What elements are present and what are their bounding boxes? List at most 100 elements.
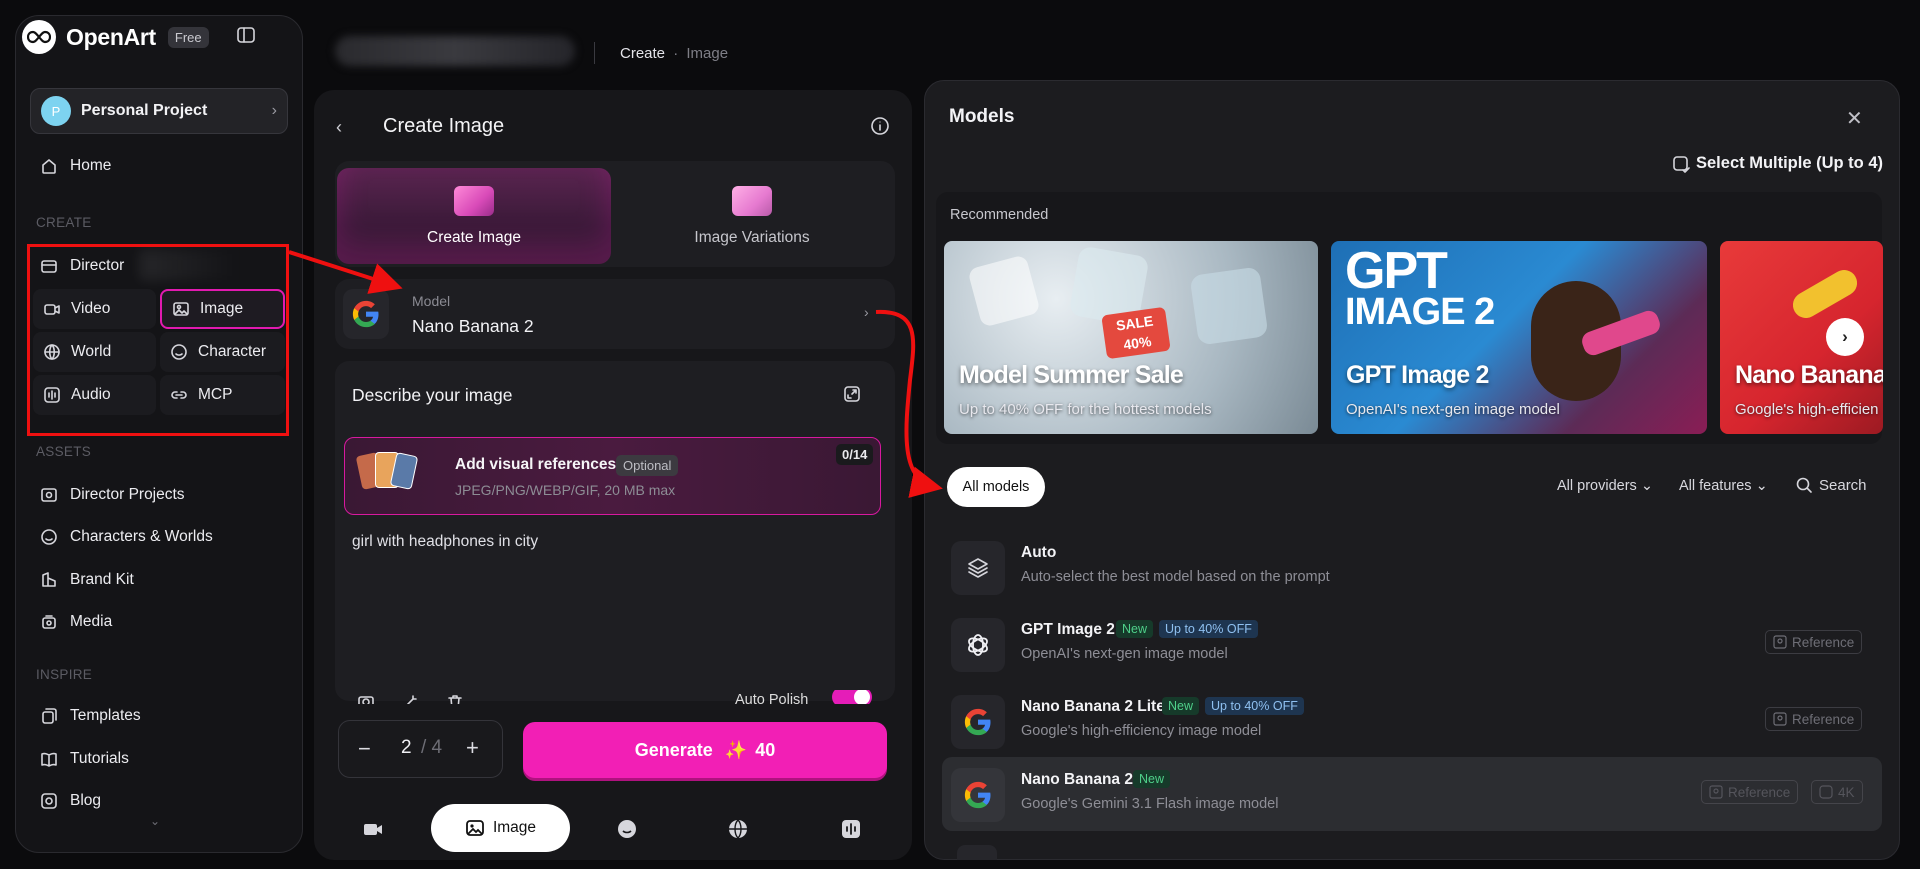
prompt-textarea[interactable]: girl with headphones in city [352,533,538,551]
close-icon[interactable]: ✕ [1846,106,1863,131]
project-switcher[interactable]: P Personal Project › [30,88,288,134]
features-dropdown[interactable]: All features ⌄ [1679,478,1768,494]
generate-label: Generate [634,739,713,760]
camera-icon[interactable] [357,693,375,704]
assets-section-header: ASSETS [36,444,92,459]
nav-director-projects[interactable]: Director Projects [40,486,185,504]
nav-characters-worlds[interactable]: Characters & Worlds [40,528,213,546]
filter-all-models[interactable]: All models [947,467,1045,507]
avatar: P [41,96,71,126]
discount-badge: Up to 40% OFF [1159,620,1258,638]
nav-tutorials[interactable]: Tutorials [40,750,129,768]
resolution-icon [1819,785,1833,799]
nav-templates[interactable]: Templates [40,707,141,725]
sparkle-icon: ✨ [724,739,748,760]
image-icon [1773,635,1787,649]
tab-image-variations[interactable]: Image Variations [611,168,893,264]
model-name: Nano Banana 2 [1021,771,1133,788]
info-icon[interactable] [870,116,892,138]
nav-templates-label: Templates [70,707,141,724]
promo-card-sale[interactable]: SALE 40% Model Summer Sale Up to 40% OFF… [944,241,1318,434]
model-selector[interactable] [335,279,895,349]
blog-icon [41,793,57,809]
references-title: Add visual references [455,456,617,473]
google-icon [951,768,1005,822]
page-title: Create Image [383,115,505,137]
bottom-audio-button[interactable] [830,805,872,853]
openart-logo-icon [22,20,56,54]
nav-brand-kit[interactable]: Brand Kit [40,571,134,589]
model-name: Nano Banana 2 Lite [1021,698,1165,715]
add-references-button[interactable] [344,437,881,515]
nav-media[interactable]: Media [40,613,112,631]
new-badge: New [1116,620,1154,638]
folder-icon [41,488,57,502]
nav-blog[interactable]: Blog [40,792,101,810]
model-label: Model [412,293,451,309]
breadcrumb-current[interactable]: Create [620,45,665,62]
card-subtitle: Up to 40% OFF for the hottest models [959,401,1212,418]
expand-icon[interactable] [842,384,864,406]
card-title: Model Summer Sale [959,361,1184,389]
bottom-world-button[interactable] [717,805,759,853]
references-formats: JPEG/PNG/WEBP/GIF, 20 MB max [455,482,676,498]
model-row-gpt-image-2[interactable]: GPT Image 2 New Up to 40% OFF OpenAI's n… [942,607,1882,679]
reference-label: Reference [1728,784,1791,800]
select-multiple-label: Select Multiple (Up to 4) [1696,154,1884,172]
discount-badge: Up to 40% OFF [1205,697,1304,715]
next-row-peek [957,845,997,860]
nav-brand-kit-label: Brand Kit [70,571,134,588]
inspire-section-header: INSPIRE [36,667,93,682]
model-desc: Google's Gemini 3.1 Flash image model [1021,796,1279,812]
trash-icon[interactable] [446,693,464,704]
model-row-nano-banana-2[interactable]: Nano Banana 2 New Google's Gemini 3.1 Fl… [942,757,1882,831]
search-icon [1796,477,1812,493]
model-desc: Google's high-efficiency image model [1021,723,1262,739]
magic-wand-icon[interactable] [401,693,419,704]
create-section-header: CREATE [36,215,92,230]
auto-polish-toggle[interactable] [832,690,872,704]
google-icon [951,695,1005,749]
reference-capability: Reference [1765,630,1863,654]
model-search-button[interactable]: Search [1795,476,1867,494]
generate-button[interactable]: Generate ✨ 40 [523,722,887,778]
bottom-image-button[interactable]: Image [431,804,570,852]
chevron-right-icon[interactable]: › [864,304,869,320]
bottom-character-button[interactable] [606,805,648,853]
nav-home[interactable]: Home [40,157,111,175]
annotation-highlight-box [27,244,289,436]
nav-home-label: Home [70,157,112,174]
tab-create-image[interactable]: Create Image [337,168,611,264]
references-count: 0/14 [836,444,874,465]
app-name: OpenArt [66,23,156,50]
bottom-video-button[interactable] [352,805,394,853]
resolution-capability: 4K [1811,780,1863,804]
carousel-next-icon[interactable]: › [1826,318,1864,356]
banana-illustration [1788,265,1862,323]
image-icon [1773,712,1787,726]
minus-icon[interactable]: − [358,736,371,762]
describe-title: Describe your image [352,385,513,405]
breadcrumb-sub: Image [686,45,729,62]
plus-icon[interactable]: + [466,735,479,761]
providers-dropdown[interactable]: All providers ⌄ [1557,478,1653,494]
model-row-nano-banana-2-lite[interactable]: Nano Banana 2 Lite New Up to 40% OFF Goo… [942,684,1882,756]
model-row-auto[interactable]: Auto Auto-select the best model based on… [942,530,1882,602]
back-icon[interactable]: ‹ [336,117,342,138]
card-title: Nano Banana [1735,361,1883,389]
promo-card-gpt-image-2[interactable]: GPT IMAGE 2 GPT Image 2 OpenAI's next-ge… [1331,241,1707,434]
sale-tag: SALE 40% [1101,306,1171,360]
recommended-label: Recommended [950,207,1049,223]
chevron-right-icon: › [271,102,277,119]
templates-icon [42,708,57,724]
media-icon [42,615,56,629]
resolution-label: 4K [1838,784,1855,800]
image-icon [1709,785,1723,799]
select-multiple-button[interactable]: Select Multiple (Up to 4) [1672,154,1883,173]
tab-image-variations-label: Image Variations [694,229,810,246]
scroll-down-icon[interactable]: ⌄ [150,814,160,828]
optional-badge: Optional [616,455,679,476]
collapse-sidebar-icon[interactable] [236,25,258,47]
blurred-area [335,36,575,66]
app-logo[interactable]: OpenArt Free [22,20,209,54]
